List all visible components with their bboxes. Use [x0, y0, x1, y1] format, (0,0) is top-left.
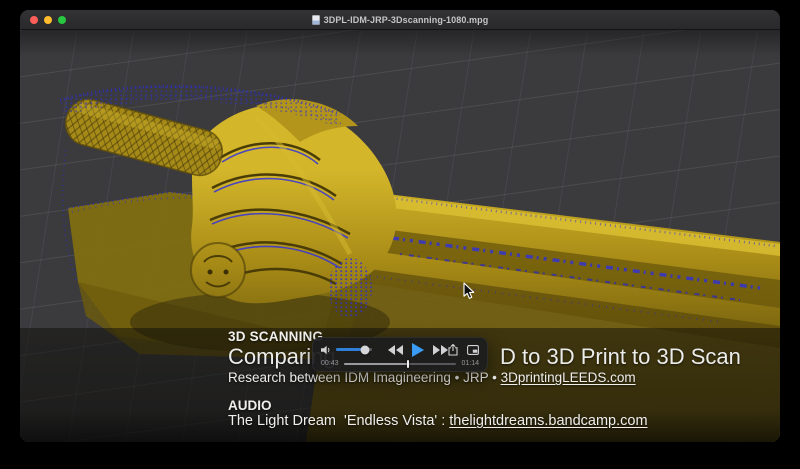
traffic-light-buttons — [30, 10, 66, 30]
caption-subtitle-right: D to 3D Print to 3D Scan — [500, 344, 741, 370]
close-button[interactable] — [30, 16, 38, 24]
audio-credit-prefix: The Light Dream 'Endless Vista' : — [228, 413, 449, 429]
utility-buttons — [448, 344, 479, 356]
timeline-row: 00:43 01:14 — [321, 358, 479, 369]
caption-heading: 3D SCANNING — [228, 330, 768, 344]
audio-heading: AUDIO — [228, 398, 768, 413]
volume-knob[interactable] — [360, 345, 369, 354]
play-icon[interactable] — [412, 343, 424, 357]
window-title-group: 3DPL-IDM-JRP-3Dscanning-1080.mpg — [312, 15, 489, 25]
leeds-link-text: 3DprintingLEEDS.com — [501, 370, 636, 385]
video-canvas[interactable]: IDM L — [20, 30, 780, 442]
duration-time: 01:14 — [461, 359, 479, 369]
share-icon[interactable] — [448, 344, 458, 356]
timeline-played — [344, 363, 408, 365]
bandcamp-link-text: thelightdreams.bandcamp.com — [449, 413, 647, 429]
research-credit-line: Research between IDM Imagineering • JRP … — [228, 370, 768, 385]
minimize-button[interactable] — [44, 16, 52, 24]
window-titlebar[interactable]: 3DPL-IDM-JRP-3Dscanning-1080.mpg — [20, 10, 780, 30]
volume-slider[interactable] — [336, 348, 372, 351]
caption-text-block: 3D SCANNING Comparing D to 3D Print to 3… — [228, 330, 768, 429]
speaker-icon[interactable] — [321, 345, 332, 355]
audio-credit-line: The Light Dream 'Endless Vista' : thelig… — [228, 413, 768, 429]
fullscreen-button[interactable] — [58, 16, 66, 24]
document-icon — [312, 15, 320, 25]
window-title: 3DPL-IDM-JRP-3Dscanning-1080.mpg — [324, 15, 489, 25]
playback-controls: 00:43 01:14 — [312, 337, 488, 372]
timeline-playhead[interactable] — [407, 360, 409, 368]
fast-forward-icon[interactable] — [433, 345, 448, 355]
controls-top-row — [321, 341, 479, 358]
lion-head-ornament — [191, 243, 245, 297]
transport-buttons — [388, 343, 448, 357]
caption-subtitle: Comparing D to 3D Print to 3D Scan — [228, 344, 768, 370]
quicktime-player-window: 3DPL-IDM-JRP-3Dscanning-1080.mpg — [20, 10, 780, 442]
elapsed-time: 00:43 — [321, 359, 339, 369]
research-credit-prefix: Research between IDM Imagineering • JRP … — [228, 370, 501, 385]
picture-in-picture-icon[interactable] — [467, 345, 479, 355]
timeline-scrubber[interactable] — [344, 363, 456, 365]
desktop-background: 3DPL-IDM-JRP-3Dscanning-1080.mpg — [0, 0, 800, 469]
rewind-icon[interactable] — [388, 345, 403, 355]
